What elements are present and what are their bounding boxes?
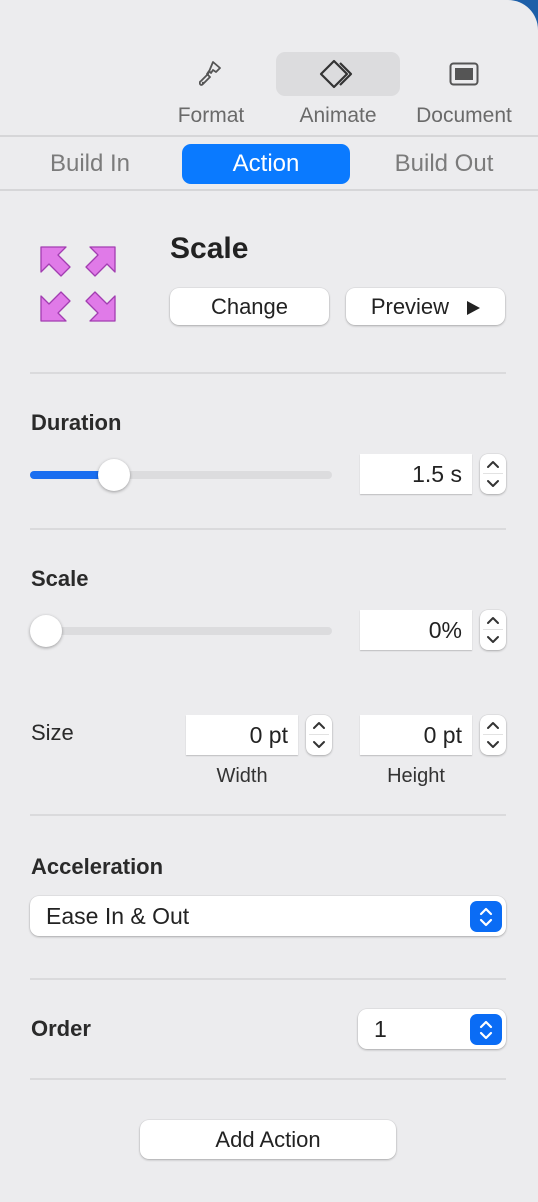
popup-arrows-icon bbox=[470, 901, 502, 932]
toolbar-format-label: Format bbox=[177, 104, 245, 127]
toolbar-format-button[interactable]: Format bbox=[149, 52, 273, 132]
section-separator bbox=[30, 978, 506, 980]
stepper-down-icon[interactable] bbox=[306, 735, 332, 755]
document-icon bbox=[439, 52, 489, 96]
width-label: Width bbox=[216, 765, 268, 787]
toolbar-document-label: Document bbox=[416, 104, 512, 127]
tab-build-out[interactable]: Build Out bbox=[380, 144, 508, 184]
duration-slider-knob[interactable] bbox=[97, 459, 130, 491]
preview-label: Preview bbox=[370, 294, 450, 319]
animate-diamonds-icon bbox=[276, 52, 400, 96]
scale-stepper[interactable] bbox=[480, 610, 506, 650]
tab-build-in[interactable]: Build In bbox=[30, 144, 150, 184]
add-action-button[interactable]: Add Action bbox=[140, 1120, 396, 1159]
height-label: Height bbox=[387, 765, 445, 787]
popup-arrows-icon bbox=[470, 1014, 502, 1045]
effect-title: Scale bbox=[170, 232, 249, 265]
duration-stepper[interactable] bbox=[480, 454, 506, 494]
toolbar-animate-button[interactable]: Animate bbox=[276, 52, 400, 132]
stepper-up-icon[interactable] bbox=[306, 715, 332, 735]
section-separator bbox=[30, 372, 506, 374]
stepper-down-icon[interactable] bbox=[480, 630, 506, 650]
height-field[interactable]: 0 pt bbox=[360, 715, 472, 755]
height-stepper[interactable] bbox=[480, 715, 506, 755]
acceleration-popup[interactable]: Ease In & Out bbox=[30, 896, 506, 936]
duration-field[interactable]: 1.5 s bbox=[360, 454, 472, 494]
width-field[interactable]: 0 pt bbox=[186, 715, 298, 755]
toolbar-animate-label: Animate bbox=[299, 104, 377, 127]
acceleration-label: Acceleration bbox=[31, 854, 164, 879]
order-popup[interactable]: 1 bbox=[358, 1009, 506, 1049]
stepper-up-icon[interactable] bbox=[480, 454, 506, 474]
preview-button[interactable]: Preview bbox=[346, 288, 505, 325]
scale-slider[interactable] bbox=[30, 615, 332, 647]
size-label: Size bbox=[31, 720, 74, 745]
inspector-panel: Format Animate Document Build In Action … bbox=[0, 0, 538, 1202]
scale-slider-knob[interactable] bbox=[30, 615, 62, 647]
change-button[interactable]: Change bbox=[170, 288, 329, 325]
order-label: Order bbox=[31, 1016, 91, 1041]
toolbar-divider bbox=[0, 135, 538, 137]
play-icon bbox=[467, 301, 481, 315]
scale-arrows-icon bbox=[38, 244, 118, 324]
tab-action[interactable]: Action bbox=[182, 144, 350, 184]
section-separator bbox=[30, 814, 506, 816]
acceleration-value: Ease In & Out bbox=[46, 903, 190, 929]
stepper-up-icon[interactable] bbox=[480, 715, 506, 735]
scale-label: Scale bbox=[31, 566, 89, 591]
order-value: 1 bbox=[374, 1016, 387, 1042]
duration-label: Duration bbox=[31, 410, 122, 435]
stepper-down-icon[interactable] bbox=[480, 474, 506, 494]
scale-field[interactable]: 0% bbox=[360, 610, 472, 650]
width-stepper[interactable] bbox=[306, 715, 332, 755]
section-separator bbox=[30, 528, 506, 530]
toolbar-document-button[interactable]: Document bbox=[402, 52, 526, 132]
duration-slider[interactable] bbox=[30, 459, 332, 491]
tabs-divider bbox=[0, 189, 538, 191]
paintbrush-icon bbox=[186, 52, 236, 96]
stepper-down-icon[interactable] bbox=[480, 735, 506, 755]
stepper-up-icon[interactable] bbox=[480, 610, 506, 630]
section-separator bbox=[30, 1078, 506, 1080]
